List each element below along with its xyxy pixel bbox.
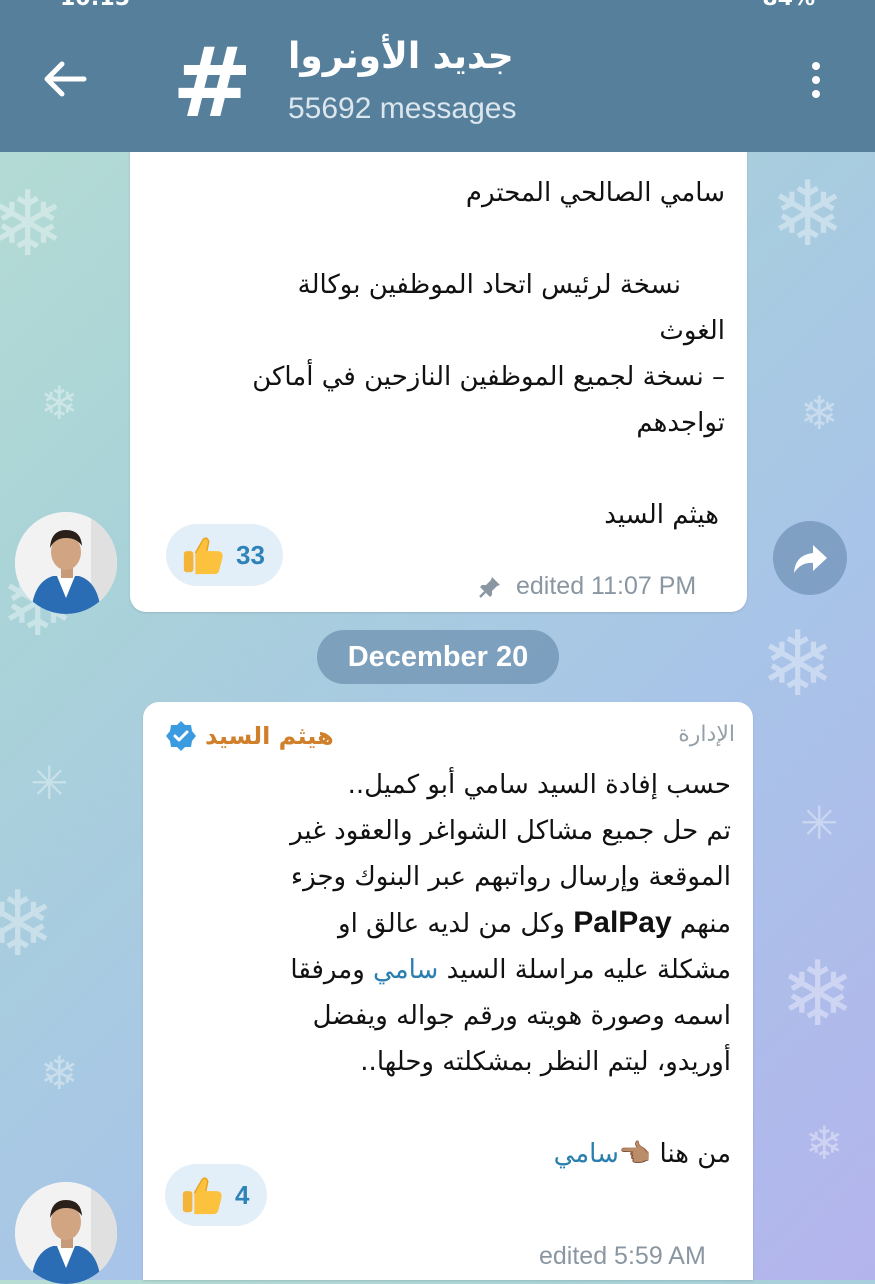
status-bar: 10:15 84% bbox=[0, 0, 875, 14]
share-arrow-icon bbox=[794, 545, 827, 573]
admin-role-label: الإدارة bbox=[678, 722, 735, 747]
reaction-count: 33 bbox=[236, 539, 265, 570]
message-line: أوريدو، ليتم النظر بمشكلته وحلها.. bbox=[360, 1047, 731, 1077]
avatar[interactable] bbox=[15, 512, 117, 614]
message-line: منهم PalPay وكل من لديه عالق او bbox=[167, 900, 731, 947]
message-text: حسب إفادة السيد سامي أبو كميل.. تم حل جم… bbox=[167, 762, 731, 1177]
back-arrow-icon[interactable] bbox=[40, 54, 90, 104]
sender-name-text: هيثم السيد bbox=[205, 722, 334, 750]
message-line: تم حل جميع مشاكل الشواغر والعقود غير bbox=[290, 816, 731, 846]
text-fragment: ومرفقا bbox=[290, 955, 374, 985]
message-bubble[interactable]: سامي الصالحي المحترم نسخة لرئيس اتحاد ال… bbox=[130, 120, 747, 612]
reaction-chip[interactable]: 4 bbox=[165, 1164, 268, 1226]
sender-name[interactable]: هيثم السيد bbox=[165, 720, 334, 752]
message-line bbox=[154, 216, 725, 262]
message-line: حسب إفادة السيد سامي أبو كميل.. bbox=[347, 770, 731, 800]
pointing-left-emoji: 👈🏽 bbox=[618, 1139, 652, 1169]
message-meta: edited 11:07 PM bbox=[478, 572, 696, 601]
message-line: – نسخة لجميع الموظفين النازحين في أماكن bbox=[252, 362, 725, 392]
message-line bbox=[154, 446, 725, 492]
channel-title[interactable]: جديد الأونروا bbox=[288, 36, 514, 77]
message-count: 55692 messages bbox=[288, 92, 517, 125]
message-line: الموقعة وإرسال رواتبهم عبر البنوك وجزء bbox=[290, 862, 731, 892]
contact-link[interactable]: سامي bbox=[554, 1139, 619, 1169]
thumbs-up-icon bbox=[182, 1177, 222, 1215]
status-time: 10:15 bbox=[60, 0, 130, 11]
share-button[interactable] bbox=[773, 521, 847, 595]
text-fragment: منهم bbox=[671, 909, 731, 939]
text-fragment: وكل من لديه عالق او bbox=[338, 909, 574, 939]
palpay-text: PalPay bbox=[573, 906, 672, 939]
text-fragment: مشكلة عليه مراسلة السيد bbox=[446, 955, 731, 985]
avatar-photo bbox=[15, 1182, 117, 1284]
channel-hash-icon[interactable]: # bbox=[172, 28, 252, 138]
message-line: نسخة لرئيس اتحاد الموظفين بوكالة bbox=[297, 270, 681, 300]
avatar-photo bbox=[15, 512, 117, 614]
message-meta: edited 5:59 AM bbox=[539, 1242, 706, 1271]
message-line bbox=[167, 1085, 731, 1131]
message-line: الغوث bbox=[659, 316, 725, 346]
mention-link[interactable]: سامي bbox=[373, 955, 438, 985]
message-line: اسمه وصورة هويته ورقم جواله ويفضل bbox=[312, 1001, 731, 1031]
status-battery: 84% bbox=[762, 0, 815, 11]
text-fragment: من هنا bbox=[659, 1139, 731, 1169]
chat-header: # جديد الأونروا 55692 messages bbox=[0, 14, 875, 152]
more-menu-icon[interactable] bbox=[806, 62, 826, 106]
message-bubble[interactable]: هيثم السيد الإدارة حسب إفادة السيد سامي … bbox=[143, 702, 753, 1280]
thumbs-up-icon bbox=[183, 537, 223, 575]
message-line: سامي الصالحي المحترم bbox=[465, 178, 725, 208]
avatar[interactable] bbox=[15, 1182, 117, 1284]
verified-badge-icon bbox=[166, 721, 196, 751]
message-text: سامي الصالحي المحترم نسخة لرئيس اتحاد ال… bbox=[154, 170, 725, 538]
reaction-count: 4 bbox=[235, 1179, 250, 1210]
reaction-chip[interactable]: 33 bbox=[166, 524, 283, 586]
date-separator: December 20 bbox=[317, 630, 559, 684]
message-line: تواجدهم bbox=[636, 408, 725, 438]
edited-time: edited 11:07 PM bbox=[516, 572, 697, 600]
pin-icon bbox=[479, 576, 500, 598]
edited-time: edited 5:59 AM bbox=[539, 1242, 706, 1270]
message-line: مشكلة عليه مراسلة السيد سامي ومرفقا bbox=[167, 947, 731, 993]
